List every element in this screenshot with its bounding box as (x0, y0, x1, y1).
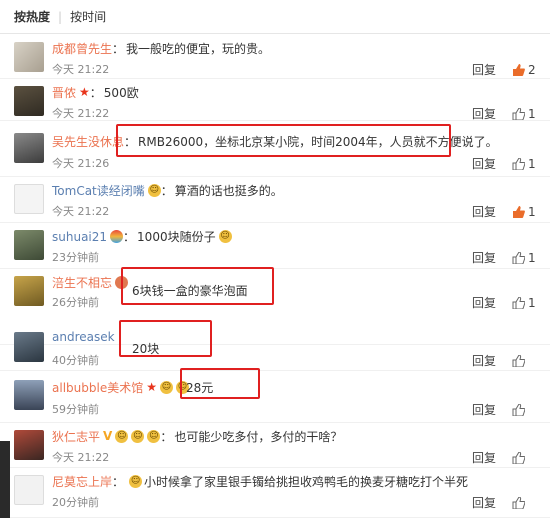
comment-item: 吴先生没休息 ： RMB26000，坐标北京某小院，时间2004年，人员就不方便… (0, 121, 550, 177)
comment-colon: ： (112, 475, 125, 489)
comment-item: allbubble美术馆 ★ ☺ ☺ 28元 59分钟前 回复 (0, 368, 550, 423)
comment-text: 我一般吃的便宜，玩的贵。 (126, 42, 271, 56)
emoji-icon: ☺ (147, 430, 161, 443)
thumbs-up-icon[interactable] (512, 63, 525, 76)
comment-username[interactable]: 狄仁志平 (52, 428, 100, 445)
reply-button[interactable]: 回复 (472, 249, 496, 266)
comment-text: 算酒的话也挺多的。 (174, 184, 283, 198)
comment-text: 也可能少吃多付，多付的干啥？ (174, 430, 343, 444)
comment-item: 成都曾先生 ： 我一般吃的便宜，玩的贵。 今天 21:22 回复 2 (0, 35, 550, 79)
comment-time: 今天 21:22 (52, 63, 110, 76)
reply-button[interactable]: 回复 (472, 401, 496, 418)
thumbs-up-icon[interactable] (512, 451, 525, 464)
comment-username[interactable]: 涪生不相忘 (52, 274, 112, 291)
emoji-icon: ☺ (147, 184, 161, 197)
comment-username[interactable]: TomCat读经闭嘴 (52, 182, 145, 199)
comment-username[interactable]: 尼莫忘上岸 (52, 473, 112, 490)
comment-time: 今天 21:22 (52, 451, 110, 464)
comment-time: 23分钟前 (52, 251, 99, 264)
highlight-box (180, 368, 260, 399)
avatar[interactable] (14, 184, 44, 214)
verified-v-icon: V (103, 429, 113, 443)
comment-time: 26分钟前 (52, 296, 99, 309)
comment-time: 今天 21:22 (52, 107, 110, 120)
comment-username[interactable]: andreasek (52, 330, 115, 344)
reply-button[interactable]: 回复 (472, 449, 496, 466)
comment-text: 1000块随份子 (137, 230, 216, 244)
emoji-icon: ☺ (131, 430, 145, 443)
avatar[interactable] (14, 230, 44, 260)
like-count: 1 (528, 250, 536, 265)
comment-item: andreasek 20块 40分钟前 回复 (0, 320, 550, 371)
thumbs-up-icon[interactable] (512, 107, 525, 120)
reply-button[interactable]: 回复 (472, 294, 496, 311)
thumbs-up-icon[interactable] (512, 157, 525, 170)
highlight-box (116, 124, 451, 157)
comment-text: 500欧 (103, 86, 139, 100)
laughing-emoji-icon: ☺ (218, 230, 232, 243)
comment-time: 59分钟前 (52, 403, 99, 416)
avatar[interactable] (14, 430, 44, 460)
comment-colon: ： (160, 430, 173, 444)
like-count: 1 (528, 106, 536, 121)
reply-button[interactable]: 回复 (472, 494, 496, 511)
comment-time: 20分钟前 (52, 496, 99, 509)
comment-text: 小时候拿了家里银手镯给挑担收鸡鸭毛的换麦牙糖吃打个半死 (144, 475, 469, 489)
comment-time: 40分钟前 (52, 354, 99, 367)
left-edge-bar (0, 441, 10, 518)
avatar[interactable] (14, 380, 44, 410)
comment-username[interactable]: 吴先生没休息 (52, 133, 124, 150)
like-count: 1 (528, 295, 536, 310)
star-badge-icon: ★ (146, 380, 157, 394)
reply-button[interactable]: 回复 (472, 105, 496, 122)
reply-button[interactable]: 回复 (472, 352, 496, 369)
thumbs-up-icon[interactable] (512, 296, 525, 309)
highlight-box (119, 320, 212, 357)
comment-username[interactable]: allbubble美术馆 (52, 379, 143, 396)
star-badge-icon: ★ (79, 85, 90, 99)
reply-button[interactable]: 回复 (472, 203, 496, 220)
highlight-box (121, 267, 274, 305)
avatar[interactable] (14, 332, 44, 362)
comment-time: 今天 21:22 (52, 205, 110, 218)
avatar[interactable] (14, 276, 44, 306)
comment-item: TomCat读经闭嘴 ☺ ： 算酒的话也挺多的。 今天 21:22 回复 1 (0, 177, 550, 223)
comment-username[interactable]: 成都曾先生 (52, 40, 112, 57)
comment-item: 尼莫忘上岸 ： ☺ 小时候拿了家里银手镯给挑担收鸡鸭毛的换麦牙糖吃打个半死 20… (0, 468, 550, 518)
like-count: 2 (528, 62, 536, 77)
like-count: 1 (528, 156, 536, 171)
emoji-icon: ☺ (129, 475, 143, 488)
comment-item: 晋侬 ★ ： 500欧 今天 21:22 回复 1 (0, 79, 550, 121)
reply-button[interactable]: 回复 (472, 155, 496, 172)
comment-colon: ： (112, 42, 125, 56)
avatar[interactable] (14, 42, 44, 72)
reply-button[interactable]: 回复 (472, 61, 496, 78)
tab-sort-by-time[interactable]: 按时间 (70, 8, 106, 25)
comment-colon: ： (160, 184, 173, 198)
thumbs-up-icon[interactable] (512, 403, 525, 416)
comment-item: 狄仁志平 V ☺ ☺ ☺ ： 也可能少吃多付，多付的干啥？ 今天 21:22 回… (0, 423, 550, 468)
comment-item: suhuai21 ： 1000块随份子 ☺ 23分钟前 回复 1 (0, 223, 550, 269)
avatar[interactable] (14, 86, 44, 116)
comment-time: 今天 21:26 (52, 157, 110, 170)
balloon-badge-icon (110, 230, 124, 243)
thumbs-up-icon[interactable] (512, 496, 525, 509)
comment-username[interactable]: 晋侬 (52, 84, 76, 101)
like-count: 1 (528, 204, 536, 219)
thumbs-up-icon[interactable] (512, 354, 525, 367)
emoji-icon: ☺ (115, 430, 129, 443)
tab-sort-by-hot[interactable]: 按热度 (14, 8, 50, 25)
avatar[interactable] (14, 475, 44, 505)
sort-tabs: 按热度 | 按时间 (0, 0, 550, 34)
thumbs-up-icon[interactable] (512, 205, 525, 218)
thumbs-up-icon[interactable] (512, 251, 525, 264)
emoji-icon: ☺ (159, 381, 173, 394)
comment-colon: ： (89, 86, 102, 100)
comment-colon: ： (123, 230, 136, 244)
comment-username[interactable]: suhuai21 (52, 230, 107, 244)
tab-separator: | (58, 9, 63, 24)
avatar[interactable] (14, 133, 44, 163)
